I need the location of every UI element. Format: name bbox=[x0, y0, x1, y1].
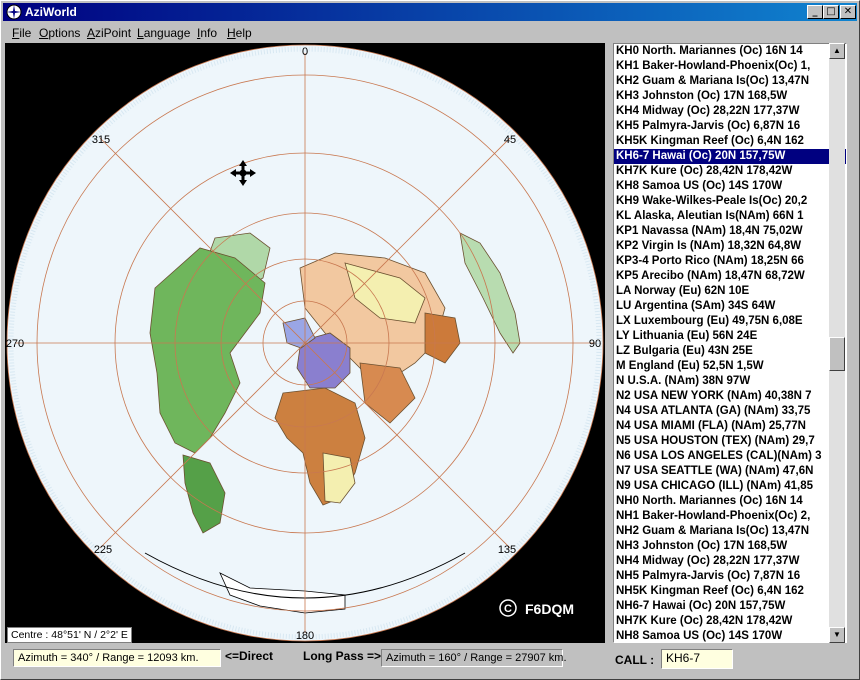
list-item[interactable]: KH6-7 Hawai (Oc) 20N 157,75W bbox=[614, 149, 846, 164]
list-item[interactable]: N4 USA MIAMI (FLA) (NAm) 25,77N bbox=[614, 419, 846, 434]
call-input[interactable]: KH6-7 bbox=[661, 649, 733, 669]
long-path-readout: Azimuth = 160° / Range = 27907 km. bbox=[381, 649, 567, 667]
window-title: AziWorld bbox=[25, 5, 77, 19]
list-item[interactable]: LY Lithuania (Eu) 56N 24E bbox=[614, 329, 846, 344]
scroll-thumb[interactable] bbox=[829, 337, 845, 371]
scroll-up-button[interactable]: ▲ bbox=[829, 43, 845, 59]
list-item[interactable]: KP3-4 Porto Rico (NAm) 18,25N 66 bbox=[614, 254, 846, 269]
list-item[interactable]: NH5K Kingman Reef (Oc) 6,4N 162 bbox=[614, 584, 846, 599]
list-item[interactable]: N4 USA ATLANTA (GA) (NAm) 33,75 bbox=[614, 404, 846, 419]
bearing-label-270: 270 bbox=[6, 338, 24, 350]
bearing-label-180: 180 bbox=[296, 630, 314, 642]
map-canvas[interactable]: 0 45 90 135 180 225 270 315 C F6DQM bbox=[5, 43, 605, 643]
bearing-label-45: 45 bbox=[504, 134, 516, 146]
azimuthal-map[interactable]: 0 45 90 135 180 225 270 315 C F6DQM Cent… bbox=[5, 43, 605, 643]
list-item[interactable]: KH1 Baker-Howland-Phoenix(Oc) 1, bbox=[614, 59, 846, 74]
menu-azipoint[interactable]: AziPoint bbox=[87, 26, 131, 40]
author-label: F6DQM bbox=[525, 601, 574, 617]
copyright-mark: C F6DQM bbox=[499, 599, 574, 617]
list-item[interactable]: NH5 Palmyra-Jarvis (Oc) 7,87N 16 bbox=[614, 569, 846, 584]
list-item[interactable]: N9 USA CHICAGO (ILL) (NAm) 41,85 bbox=[614, 479, 846, 494]
list-item[interactable]: NH1 Baker-Howland-Phoenix(Oc) 2, bbox=[614, 509, 846, 524]
bearing-label-0: 0 bbox=[302, 46, 308, 58]
maximize-button[interactable]: □ bbox=[823, 5, 839, 19]
menu-language[interactable]: Language bbox=[137, 26, 190, 40]
list-item[interactable]: NH8 Samoa US (Oc) 14S 170W bbox=[614, 629, 846, 642]
globe-icon bbox=[6, 4, 22, 20]
list-item[interactable]: KH4 Midway (Oc) 28,22N 177,37W bbox=[614, 104, 846, 119]
menu-file[interactable]: File bbox=[12, 26, 31, 40]
list-item[interactable]: N U.S.A. (NAm) 38N 97W bbox=[614, 374, 846, 389]
app-window: AziWorld _ □ ✕ File Options AziPoint Lan… bbox=[0, 0, 860, 680]
list-item[interactable]: KP1 Navassa (NAm) 18,4N 75,02W bbox=[614, 224, 846, 239]
centre-coordinates: Centre : 48°51' N / 2°2' E bbox=[7, 627, 132, 643]
call-label: CALL : bbox=[615, 653, 655, 667]
list-item[interactable]: KH5K Kingman Reef (Oc) 6,4N 162 bbox=[614, 134, 846, 149]
list-item[interactable]: KH2 Guam & Mariana Is(Oc) 13,47N bbox=[614, 74, 846, 89]
menu-bar: File Options AziPoint Language Info Help bbox=[3, 23, 857, 41]
list-item[interactable]: NH6-7 Hawai (Oc) 20N 157,75W bbox=[614, 599, 846, 614]
list-item[interactable]: N6 USA LOS ANGELES (CAL)(NAm) 3 bbox=[614, 449, 846, 464]
list-item[interactable]: LX Luxembourg (Eu) 49,75N 6,08E bbox=[614, 314, 846, 329]
list-item[interactable]: KH0 North. Mariannes (Oc) 16N 14 bbox=[614, 44, 846, 59]
list-item[interactable]: N7 USA SEATTLE (WA) (NAm) 47,6N bbox=[614, 464, 846, 479]
title-bar[interactable]: AziWorld _ □ ✕ bbox=[3, 3, 857, 21]
long-pass-label: Long Pass => bbox=[303, 649, 382, 663]
list-item[interactable]: KH5 Palmyra-Jarvis (Oc) 6,87N 16 bbox=[614, 119, 846, 134]
close-button[interactable]: ✕ bbox=[840, 5, 856, 19]
list-scrollbar[interactable]: ▲ ▼ bbox=[829, 43, 845, 643]
callsign-rows[interactable]: KH0 North. Mariannes (Oc) 16N 14 KH1 Bake… bbox=[614, 44, 846, 642]
list-item[interactable]: N5 USA HOUSTON (TEX) (NAm) 29,7 bbox=[614, 434, 846, 449]
list-item[interactable]: LU Argentina (SAm) 34S 64W bbox=[614, 299, 846, 314]
list-item[interactable]: NH4 Midway (Oc) 28,22N 177,37W bbox=[614, 554, 846, 569]
bearing-label-225: 225 bbox=[94, 544, 112, 556]
list-item[interactable]: LZ Bulgaria (Eu) 43N 25E bbox=[614, 344, 846, 359]
short-path-readout: Azimuth = 340° / Range = 12093 km. bbox=[13, 649, 221, 667]
list-item[interactable]: KP2 Virgin Is (NAm) 18,32N 64,8W bbox=[614, 239, 846, 254]
copyright-symbol: C bbox=[504, 603, 512, 615]
scroll-down-button[interactable]: ▼ bbox=[829, 627, 845, 643]
bearing-label-135: 135 bbox=[498, 544, 516, 556]
list-item[interactable]: NH3 Johnston (Oc) 17N 168,5W bbox=[614, 539, 846, 554]
list-item[interactable]: KH9 Wake-Wilkes-Peale Is(Oc) 20,2 bbox=[614, 194, 846, 209]
callsign-list[interactable]: KH0 North. Mariannes (Oc) 16N 14 KH1 Bake… bbox=[613, 43, 847, 643]
list-item[interactable]: KP5 Arecibo (NAm) 18,47N 68,72W bbox=[614, 269, 846, 284]
bearing-label-315: 315 bbox=[92, 134, 110, 146]
direct-label: <=Direct bbox=[225, 649, 274, 663]
list-item[interactable]: M England (Eu) 52,5N 1,5W bbox=[614, 359, 846, 374]
list-item[interactable]: NH0 North. Mariannes (Oc) 16N 14 bbox=[614, 494, 846, 509]
menu-options[interactable]: Options bbox=[39, 26, 80, 40]
list-item[interactable]: NH7K Kure (Oc) 28,42N 178,42W bbox=[614, 614, 846, 629]
list-item[interactable]: NH2 Guam & Mariana Is(Oc) 13,47N bbox=[614, 524, 846, 539]
minimize-button[interactable]: _ bbox=[807, 5, 823, 19]
bearing-label-90: 90 bbox=[589, 338, 601, 350]
list-item[interactable]: KH3 Johnston (Oc) 17N 168,5W bbox=[614, 89, 846, 104]
list-item[interactable]: LA Norway (Eu) 62N 10E bbox=[614, 284, 846, 299]
menu-info[interactable]: Info bbox=[197, 26, 217, 40]
list-item[interactable]: KH7K Kure (Oc) 28,42N 178,42W bbox=[614, 164, 846, 179]
list-item[interactable]: KH8 Samoa US (Oc) 14S 170W bbox=[614, 179, 846, 194]
list-item[interactable]: N2 USA NEW YORK (NAm) 40,38N 7 bbox=[614, 389, 846, 404]
menu-help[interactable]: Help bbox=[227, 26, 252, 40]
list-item[interactable]: KL Alaska, Aleutian Is(NAm) 66N 1 bbox=[614, 209, 846, 224]
